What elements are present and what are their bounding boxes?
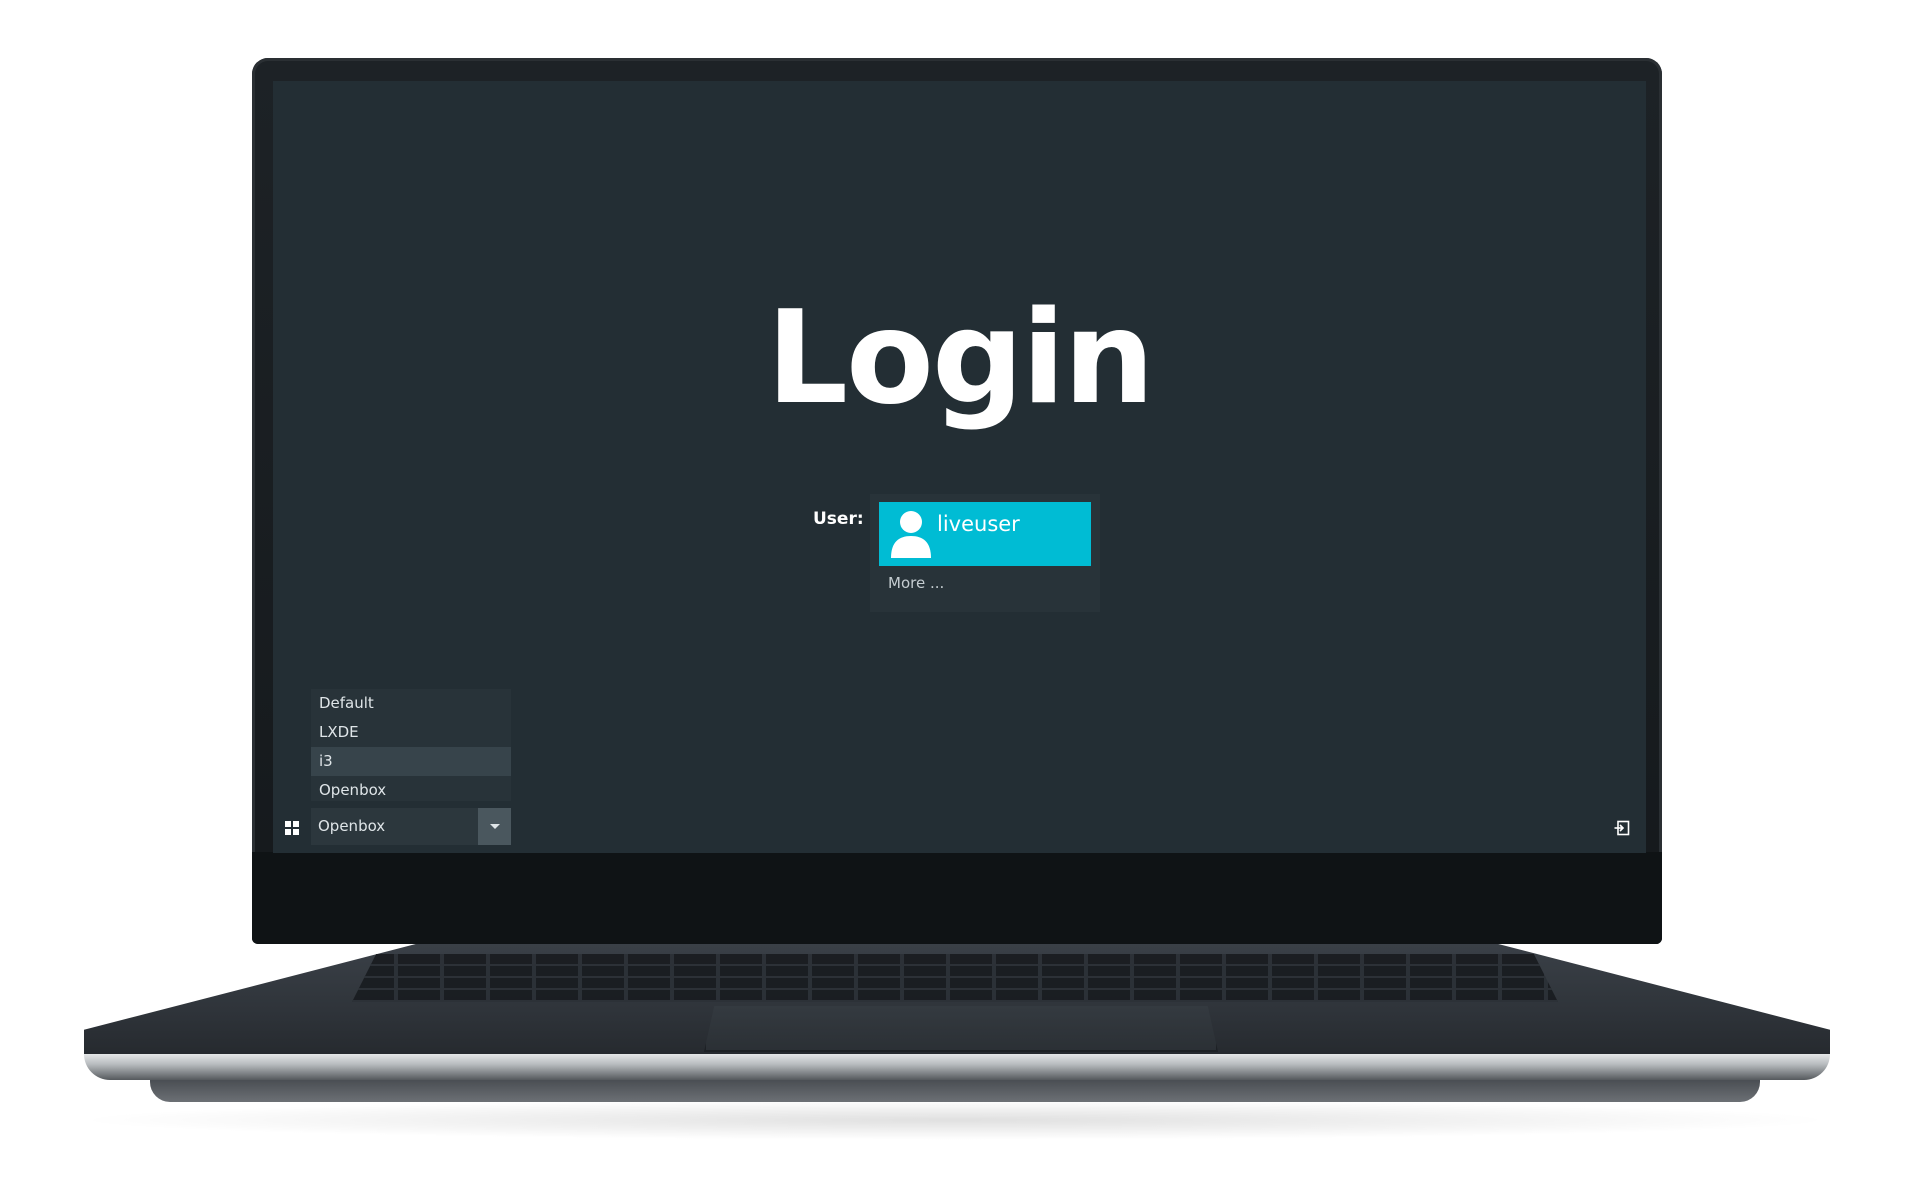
login-screen: Login User: liveuser More ... Default LX…: [273, 81, 1646, 853]
laptop-keyboard-rows: [352, 954, 1558, 1002]
more-users-link[interactable]: More ...: [888, 574, 944, 592]
session-selected-value: Openbox: [318, 817, 386, 835]
grid-icon[interactable]: [285, 821, 299, 835]
laptop-base-front: [84, 1054, 1830, 1080]
session-dropdown-list: Default LXDE i3 Openbox: [311, 689, 511, 801]
chevron-down-icon[interactable]: [478, 808, 511, 845]
session-option-lxde[interactable]: LXDE: [311, 718, 511, 747]
session-option-openbox[interactable]: Openbox: [311, 776, 511, 805]
user-list-item[interactable]: liveuser: [879, 502, 1091, 566]
login-title: Login: [766, 284, 1154, 433]
user-name: liveuser: [937, 512, 1020, 536]
session-option-default[interactable]: Default: [311, 689, 511, 718]
session-option-i3[interactable]: i3: [311, 747, 511, 776]
session-select[interactable]: Openbox: [311, 808, 511, 845]
laptop-shadow: [70, 1100, 1840, 1140]
exit-icon[interactable]: [1614, 820, 1630, 836]
user-label: User:: [813, 509, 864, 529]
laptop-base-bottom: [150, 1080, 1760, 1102]
laptop-touchpad: [704, 1006, 1218, 1052]
laptop-photo: Login User: liveuser More ... Default LX…: [0, 0, 1910, 1177]
laptop-bezel-chin: [252, 852, 1662, 944]
user-list: liveuser More ...: [870, 494, 1100, 612]
user-avatar-icon: [891, 511, 931, 558]
